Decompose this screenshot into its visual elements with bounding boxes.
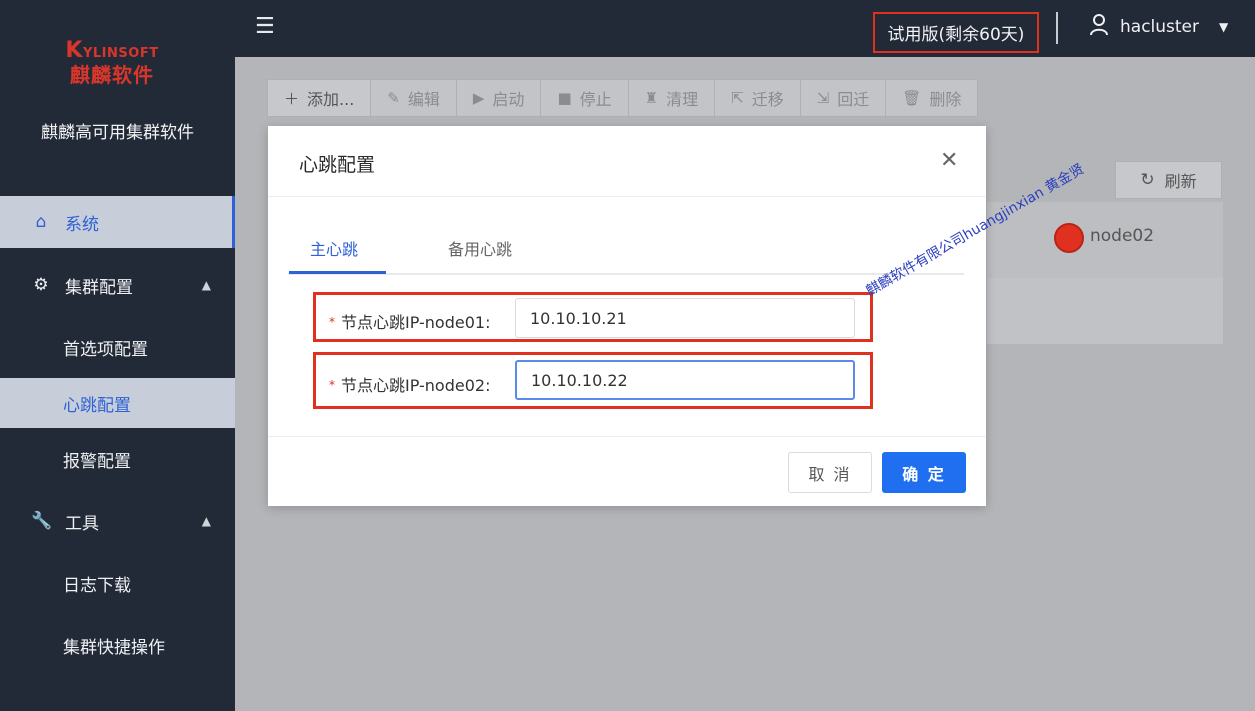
migrate-label: 迁移	[751, 90, 784, 109]
sidebar-item-label: 集群配置	[65, 277, 133, 298]
sidebar-item-preferences[interactable]: 首选项配置	[0, 316, 235, 378]
heartbeat-config-dialog: 心跳配置 ✕ 主心跳 备用心跳 * 节点心跳IP-node01: 10.10.10…	[268, 126, 986, 506]
chevron-down-icon[interactable]: ▼	[1219, 20, 1228, 34]
refresh-button[interactable]: ↻ 刷新	[1115, 161, 1222, 199]
tab-main-heartbeat[interactable]: 主心跳	[310, 236, 358, 260]
migrate-back-icon: ⇲	[816, 89, 830, 107]
app-name: 麒麟高可用集群软件	[41, 123, 194, 143]
user-icon[interactable]	[1089, 14, 1109, 41]
node-name: node02	[1090, 226, 1155, 246]
trial-badge: 试用版(剩余60天)	[873, 12, 1039, 53]
migrate-icon: ⇱	[731, 89, 744, 107]
node01-ip-input[interactable]: 10.10.10.21	[515, 298, 855, 338]
gear-icon: ⚙	[33, 275, 49, 295]
migrate-back-button[interactable]: ⇲ 回迁	[799, 79, 887, 117]
close-icon[interactable]: ✕	[940, 148, 958, 173]
required-mark: *	[329, 315, 335, 329]
home-icon: ⌂	[35, 212, 47, 232]
sidebar-item-label: 工具	[65, 513, 99, 534]
refresh-label: 刷新	[1164, 172, 1197, 191]
sidebar-item-heartbeat[interactable]: 心跳配置	[0, 378, 235, 428]
kylinsoft-logo: KYLINSOFT 麒麟软件	[62, 38, 162, 88]
sidebar-item-label: 日志下载	[63, 575, 131, 596]
stop-icon: ■	[557, 89, 572, 107]
username[interactable]: hacluster	[1120, 17, 1199, 37]
pencil-icon: ✎	[387, 89, 400, 107]
sidebar-item-label: 首选项配置	[63, 339, 148, 360]
migrate-back-label: 回迁	[837, 90, 870, 109]
start-button[interactable]: ▶ 启动	[455, 79, 542, 117]
sidebar-item-system[interactable]: ⌂ 系统	[0, 196, 235, 248]
top-header: ☰ 试用版(剩余60天) hacluster ▼	[235, 0, 1255, 57]
sidebar: KYLINSOFT 麒麟软件 麒麟高可用集群软件 ⌂ 系统 ⚙ 集群配置 ▲ 首…	[0, 0, 235, 711]
sidebar-item-cluster-config[interactable]: ⚙ 集群配置 ▲	[0, 254, 235, 316]
confirm-button[interactable]: 确 定	[882, 452, 966, 493]
cleanup-label: 清理	[666, 90, 699, 109]
required-mark: *	[329, 378, 335, 392]
node-status-icon	[1054, 223, 1084, 253]
edit-button[interactable]: ✎ 编辑	[370, 79, 457, 117]
plus-icon: ＋	[284, 89, 300, 108]
sidebar-nav: ⌂ 系统 ⚙ 集群配置 ▲ 首选项配置 心跳配置 报警配置 🔧 工具 ▲ 日志下…	[0, 196, 235, 676]
tab-backup-heartbeat[interactable]: 备用心跳	[448, 236, 512, 260]
active-tab-indicator	[289, 271, 386, 274]
chevron-up-icon: ▲	[201, 278, 211, 292]
sidebar-item-label: 集群快捷操作	[63, 637, 165, 658]
node01-label-text: 节点心跳IP-node01:	[341, 313, 491, 332]
sidebar-item-log-download[interactable]: 日志下载	[0, 552, 235, 614]
heartbeat-tabs: 主心跳 备用心跳	[288, 226, 964, 275]
sidebar-item-label: 系统	[65, 214, 99, 235]
edit-label: 编辑	[407, 90, 440, 109]
node01-field-row: * 节点心跳IP-node01: 10.10.10.21	[313, 292, 873, 342]
chevron-up-icon: ▲	[201, 514, 211, 528]
header-divider	[1056, 12, 1058, 44]
broom-icon: ♜	[644, 89, 659, 107]
node02-field-row: * 节点心跳IP-node02: 10.10.10.22	[313, 352, 873, 409]
delete-button[interactable]: 🗑 删除	[885, 79, 979, 117]
cancel-button[interactable]: 取 消	[788, 452, 872, 493]
node01-label: * 节点心跳IP-node01:	[329, 309, 490, 333]
dialog-title: 心跳配置	[299, 154, 376, 176]
node02-label-text: 节点心跳IP-node02:	[341, 376, 491, 395]
node02-ip-input[interactable]: 10.10.10.22	[515, 360, 855, 400]
trash-icon: 🗑	[902, 89, 922, 107]
node02-label: * 节点心跳IP-node02:	[329, 372, 490, 396]
start-label: 启动	[492, 90, 525, 109]
dialog-footer-divider	[268, 436, 986, 437]
cleanup-button[interactable]: ♜ 清理	[627, 79, 716, 117]
refresh-icon: ↻	[1140, 170, 1155, 190]
menu-toggle-icon[interactable]: ☰	[255, 16, 275, 38]
play-icon: ▶	[472, 89, 485, 107]
sidebar-item-label: 报警配置	[63, 451, 131, 472]
add-label: 添加...	[307, 90, 355, 109]
resource-table	[987, 202, 1223, 344]
sidebar-item-tools[interactable]: 🔧 工具 ▲	[0, 490, 235, 552]
dialog-divider	[268, 196, 986, 197]
logo-cn-text: 麒麟软件	[70, 63, 154, 87]
resource-toolbar: ＋ 添加... ✎ 编辑 ▶ 启动 ■ 停止 ♜ 清理 ⇱ 迁移 ⇲ 回迁 🗑 删除	[267, 79, 979, 117]
migrate-button[interactable]: ⇱ 迁移	[714, 79, 801, 117]
sidebar-item-label: 心跳配置	[63, 395, 131, 416]
add-button[interactable]: ＋ 添加...	[267, 79, 372, 117]
sidebar-item-alarm[interactable]: 报警配置	[0, 428, 235, 490]
stop-button[interactable]: ■ 停止	[540, 79, 629, 117]
delete-label: 删除	[929, 90, 962, 109]
wrench-icon: 🔧	[31, 511, 53, 531]
table-row	[987, 278, 1223, 344]
stop-label: 停止	[579, 90, 612, 109]
sidebar-item-quick-ops[interactable]: 集群快捷操作	[0, 614, 235, 676]
